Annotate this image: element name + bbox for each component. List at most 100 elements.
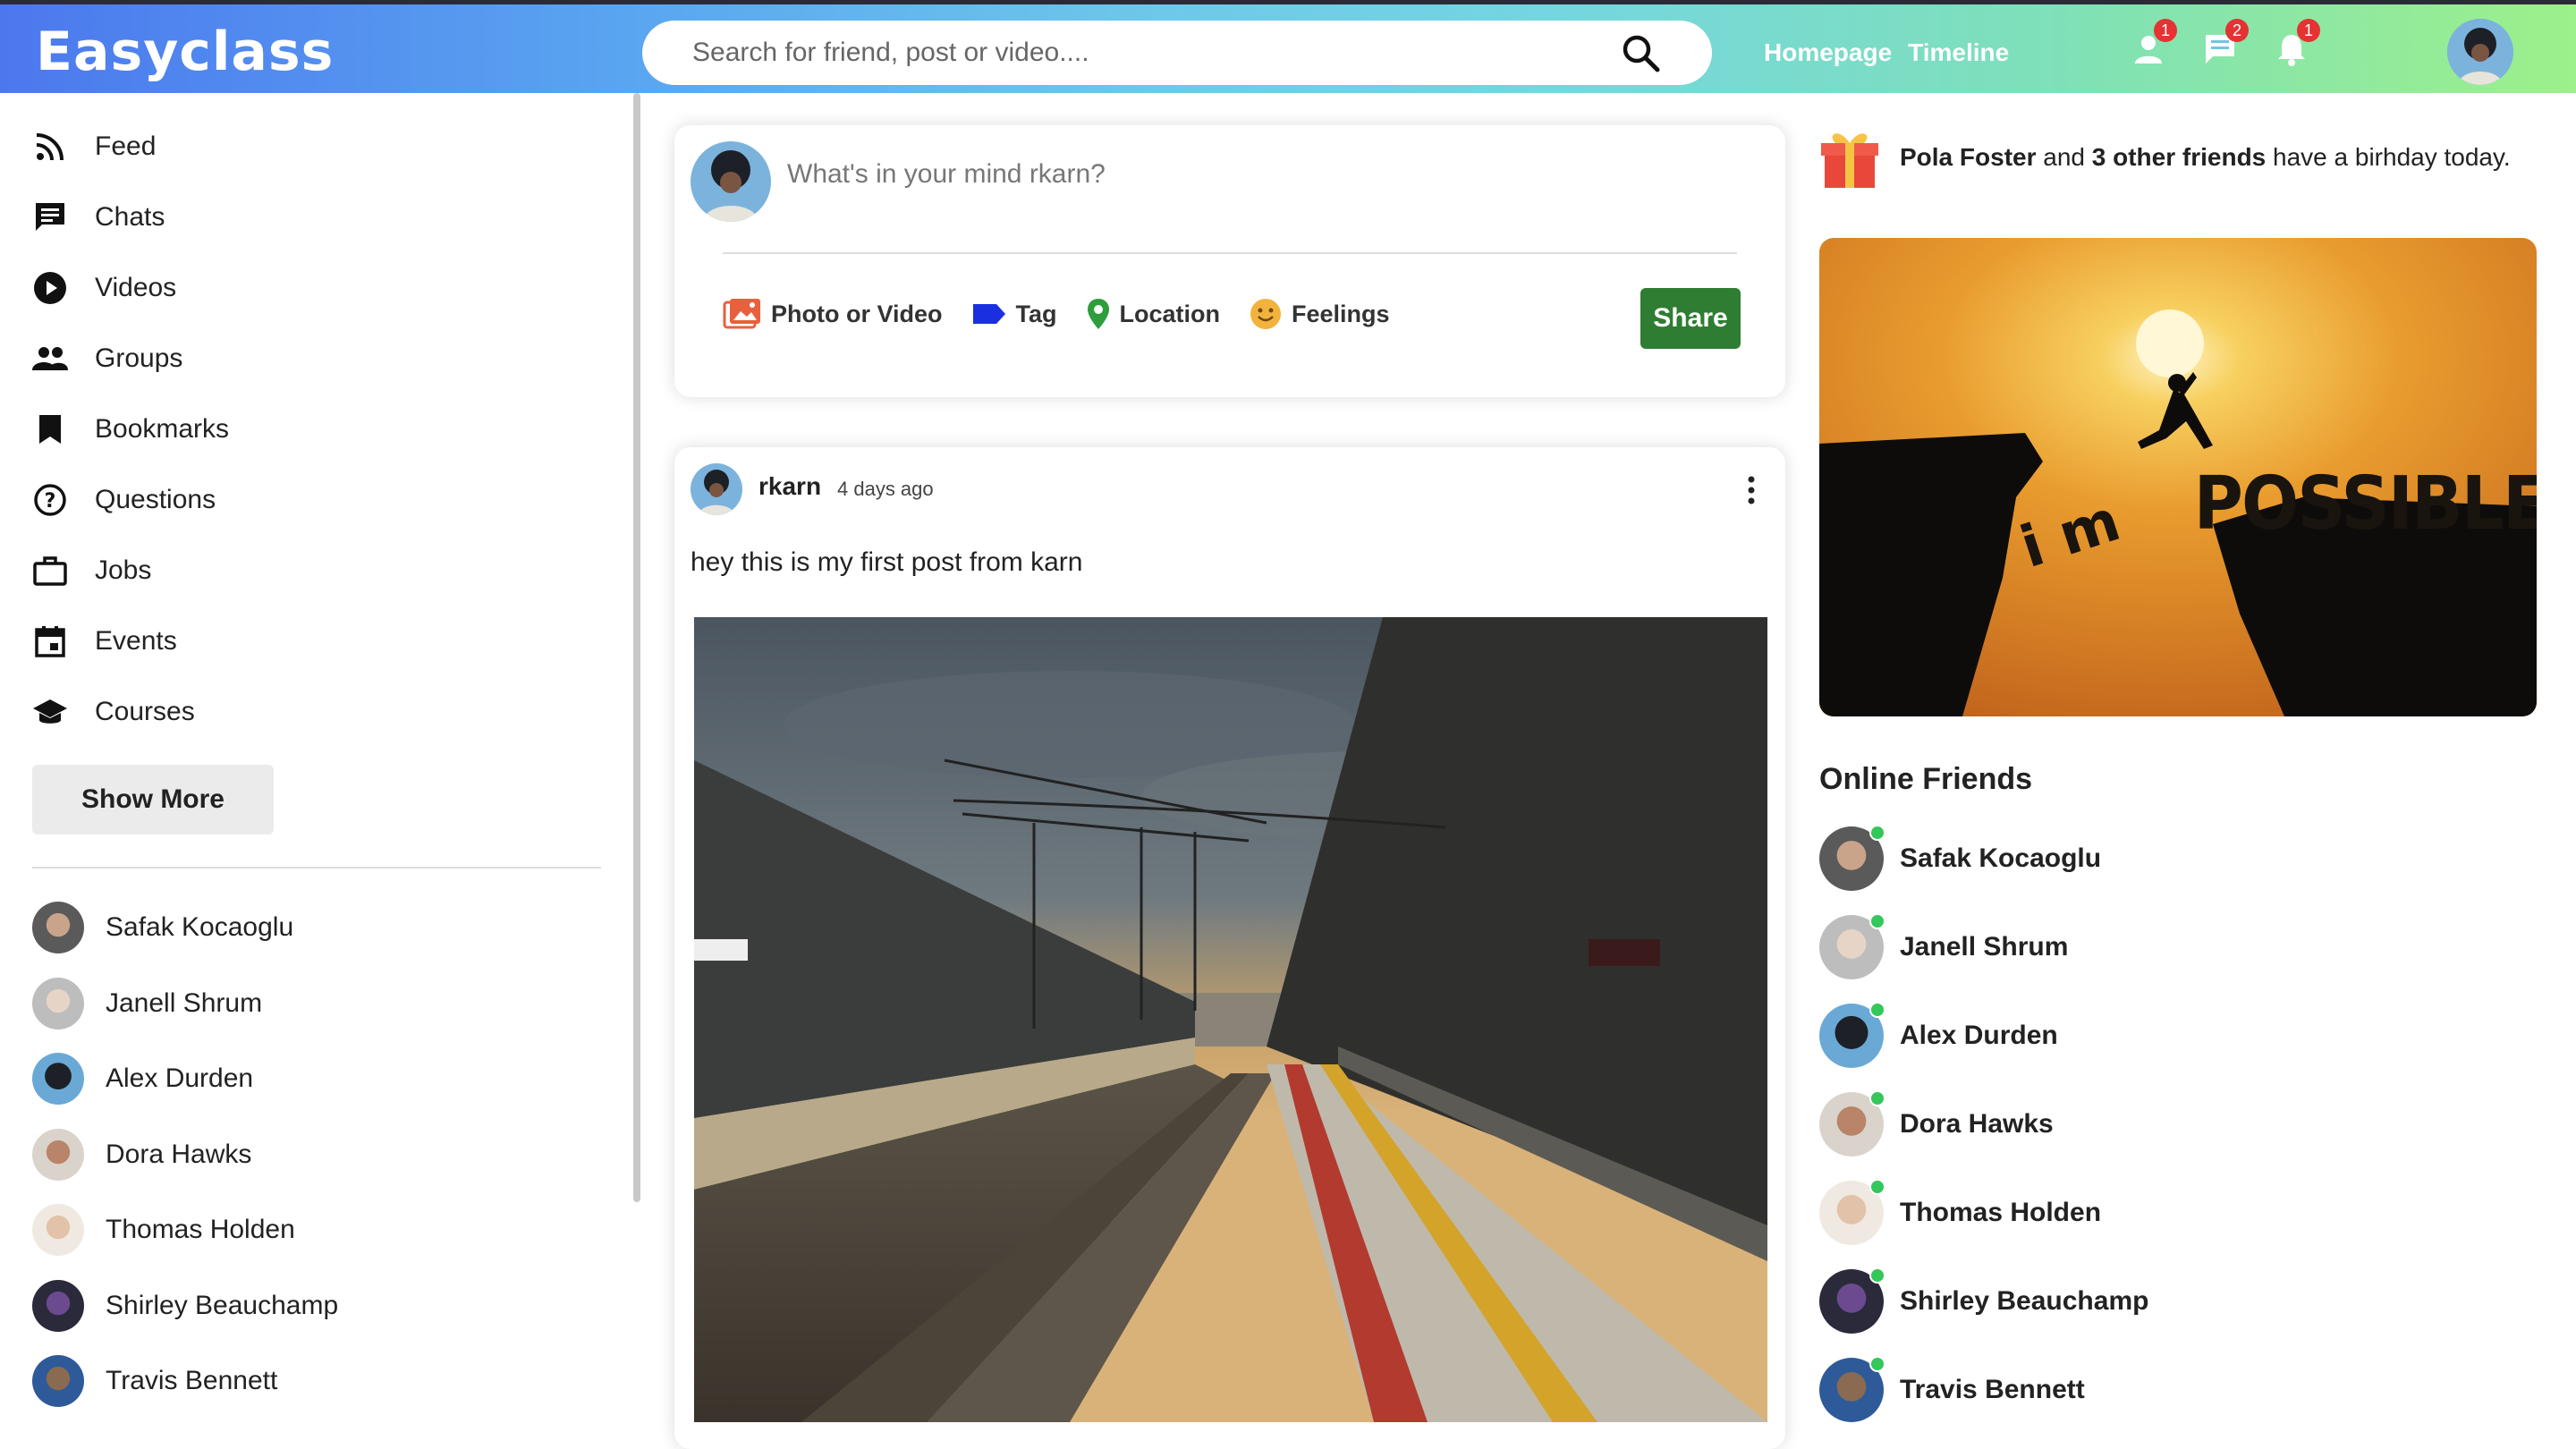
- left-sidebar: Feed Chats Videos Groups Bookmarks ? Que…: [0, 93, 637, 1415]
- online-indicator: [1869, 912, 1885, 929]
- online-friend-item[interactable]: Janell Shrum: [1819, 902, 2148, 991]
- birthday-text-mid: and: [2036, 143, 2092, 171]
- timeline-link[interactable]: Timeline: [1908, 38, 2009, 67]
- friend-requests-icon[interactable]: 1: [2131, 19, 2177, 67]
- online-friend-item[interactable]: Shirley Beauchamp: [1819, 1257, 2148, 1345]
- photo-video-option[interactable]: Photo or Video: [723, 297, 943, 331]
- birthday-others: 3 other friends: [2091, 143, 2267, 171]
- online-indicator: [1869, 1267, 1885, 1284]
- avatar[interactable]: [691, 463, 742, 515]
- sidebar-item-label: Courses: [95, 696, 195, 726]
- notifications-icon[interactable]: 1: [2274, 19, 2320, 67]
- bookmark-icon: [32, 411, 68, 447]
- sidebar-item-label: Videos: [95, 272, 177, 302]
- sidebar-item-videos[interactable]: Videos: [32, 252, 605, 323]
- show-more-button[interactable]: Show More: [32, 765, 274, 835]
- friend-name: Safak Kocaoglu: [106, 912, 294, 943]
- online-friends-title: Online Friends: [1819, 762, 2033, 796]
- avatar: [32, 1355, 84, 1408]
- friend-name: Shirley Beauchamp: [106, 1290, 339, 1320]
- avatar: [691, 141, 771, 222]
- friend-item[interactable]: Alex Durden: [32, 1041, 605, 1117]
- sidebar-item-courses[interactable]: Courses: [32, 676, 605, 747]
- online-friend-item[interactable]: Thomas Holden: [1819, 1168, 2148, 1257]
- avatar: [1819, 1355, 1885, 1422]
- group-icon: [32, 341, 68, 377]
- sidebar-item-label: Groups: [95, 343, 183, 373]
- avatar: [1819, 912, 1885, 979]
- post-text: hey this is my first post from karn: [691, 547, 1083, 577]
- rss-icon: [32, 129, 68, 165]
- top-bar: Easyclass Homepage Timeline 1 2 1: [0, 0, 2576, 93]
- play-circle-icon: [32, 270, 68, 306]
- sidebar-item-label: Questions: [95, 484, 216, 514]
- online-friend-item[interactable]: Dora Hawks: [1819, 1080, 2148, 1168]
- friend-item[interactable]: Travis Bennett: [32, 1343, 605, 1419]
- tag-option[interactable]: Tag: [971, 301, 1057, 328]
- sidebar-scrollbar[interactable]: [633, 93, 640, 1202]
- friend-item[interactable]: Shirley Beauchamp: [32, 1268, 605, 1344]
- sidebar-item-events[interactable]: Events: [32, 606, 605, 676]
- online-indicator: [1869, 1001, 1885, 1018]
- avatar: [32, 1204, 84, 1257]
- search-icon[interactable]: [1619, 31, 1662, 74]
- post-image[interactable]: [694, 617, 1767, 1422]
- photo-icon: [723, 299, 760, 329]
- friend-name: Dora Hawks: [106, 1139, 252, 1169]
- location-label: Location: [1119, 300, 1221, 327]
- composer-options: Photo or Video Tag Location Feelings: [723, 297, 1390, 331]
- sidebar-divider: [32, 867, 601, 869]
- post-card: rkarn 4 days ago hey this is my first po…: [674, 447, 1785, 1449]
- top-icons: 1 2 1: [2131, 19, 2320, 67]
- homepage-link[interactable]: Homepage: [1764, 38, 1892, 67]
- profile-avatar[interactable]: [2447, 19, 2513, 85]
- online-friend-name: Travis Bennett: [1900, 1374, 2085, 1404]
- sidebar-item-label: Jobs: [95, 555, 152, 585]
- online-friend-name: Shirley Beauchamp: [1900, 1285, 2149, 1316]
- app-logo[interactable]: Easyclass: [36, 21, 334, 83]
- friend-name: Janell Shrum: [106, 987, 263, 1018]
- notifications-badge: 1: [2297, 19, 2320, 42]
- search-input[interactable]: [692, 38, 1619, 68]
- friend-item[interactable]: Dora Hawks: [32, 1117, 605, 1193]
- sidebar-item-jobs[interactable]: Jobs: [32, 535, 605, 606]
- sidebar-item-chats[interactable]: Chats: [32, 182, 605, 252]
- friend-item[interactable]: Thomas Holden: [32, 1192, 605, 1268]
- avatar: [1819, 824, 1885, 891]
- birthday-notice: Pola Foster and 3 other friends have a b…: [1821, 125, 2511, 190]
- location-option[interactable]: Location: [1086, 297, 1221, 331]
- friend-name: Thomas Holden: [106, 1215, 295, 1245]
- online-indicator: [1869, 1089, 1885, 1106]
- online-indicator: [1869, 1355, 1885, 1372]
- online-friend-item[interactable]: Alex Durden: [1819, 991, 2148, 1080]
- online-friend-name: Safak Kocaoglu: [1900, 843, 2102, 873]
- friend-item[interactable]: Janell Shrum: [32, 966, 605, 1042]
- friend-item[interactable]: Safak Kocaoglu: [32, 890, 605, 966]
- online-friend-item[interactable]: Safak Kocaoglu: [1819, 814, 2148, 902]
- online-friends-list: Safak Kocaoglu Janell Shrum Alex Durden …: [1819, 814, 2148, 1434]
- feelings-option[interactable]: Feelings: [1249, 297, 1390, 331]
- avatar: [32, 1053, 84, 1106]
- more-options-icon[interactable]: [1744, 474, 1758, 506]
- sidebar-item-label: Chats: [95, 201, 165, 232]
- avatar: [32, 902, 84, 954]
- promo-image[interactable]: POSSIBLE i m: [1819, 238, 2537, 716]
- post-username[interactable]: rkarn: [758, 472, 821, 501]
- briefcase-icon: [32, 553, 68, 589]
- sidebar-item-feed[interactable]: Feed: [32, 111, 605, 182]
- messages-icon[interactable]: 2: [2202, 19, 2249, 67]
- avatar: [32, 977, 84, 1030]
- post-input[interactable]: [787, 159, 1735, 190]
- sidebar-item-questions[interactable]: ? Questions: [32, 464, 605, 535]
- avatar: [1819, 1267, 1885, 1334]
- online-indicator: [1869, 1178, 1885, 1195]
- online-friend-name: Alex Durden: [1900, 1020, 2058, 1050]
- sidebar-item-groups[interactable]: Groups: [32, 323, 605, 394]
- sidebar-item-bookmarks[interactable]: Bookmarks: [32, 394, 605, 464]
- smile-icon: [1250, 299, 1282, 329]
- online-indicator: [1869, 824, 1885, 841]
- birthday-text-tail: have a birhday today.: [2266, 143, 2511, 171]
- photo-video-label: Photo or Video: [771, 300, 943, 327]
- online-friend-item[interactable]: Travis Bennett: [1819, 1345, 2148, 1434]
- share-button[interactable]: Share: [1640, 288, 1741, 349]
